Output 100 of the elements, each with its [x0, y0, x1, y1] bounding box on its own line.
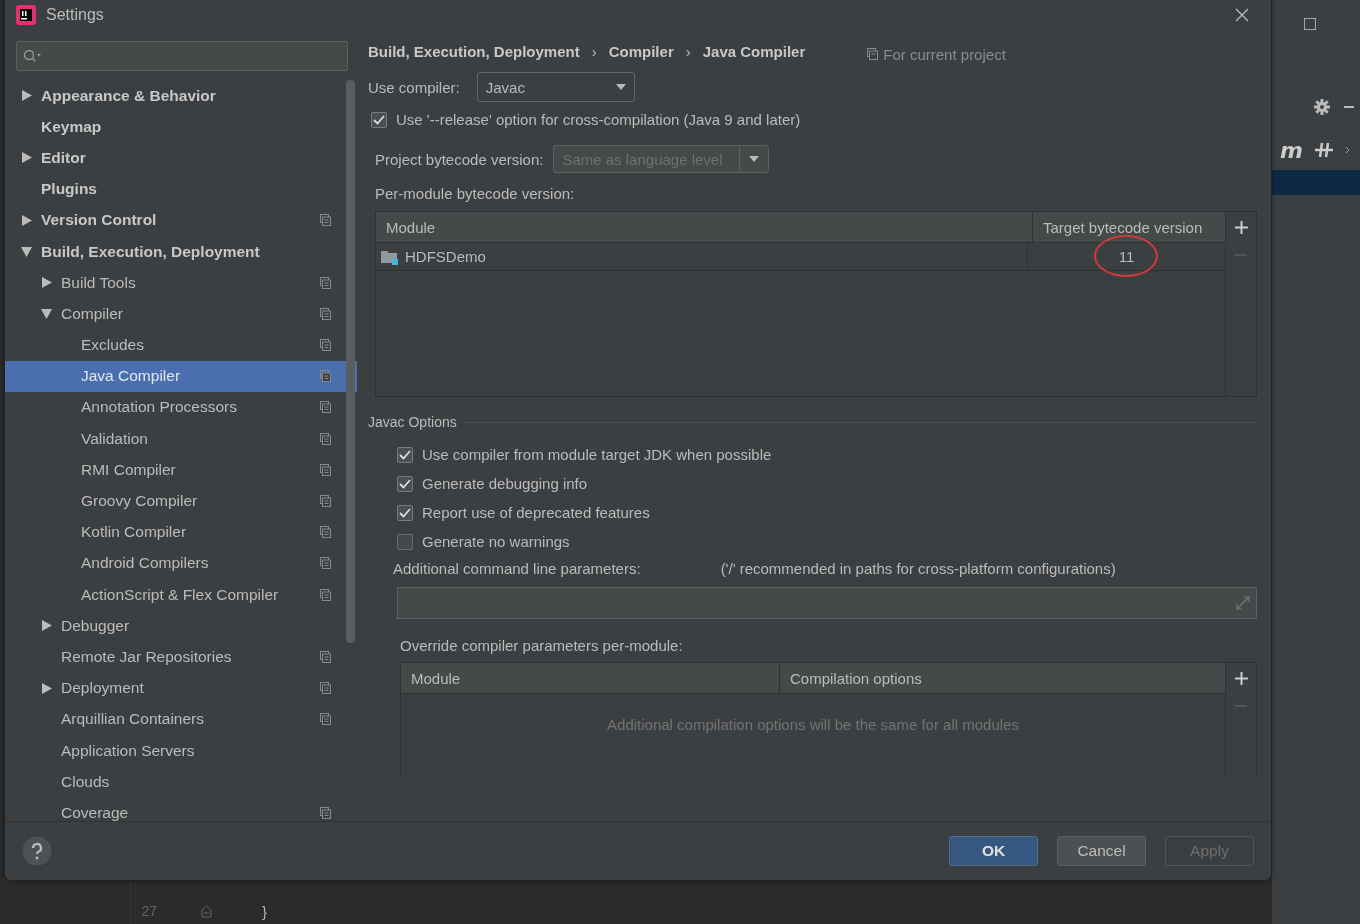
checkbox[interactable] [397, 533, 413, 550]
triangle-down-icon[interactable] [21, 246, 32, 258]
caret-icon [615, 84, 626, 90]
line-number: 27 [140, 903, 157, 919]
tree-item[interactable]: Java Compiler [5, 360, 357, 392]
add-icon[interactable] [1234, 672, 1248, 685]
tree-item[interactable]: Compiler [5, 298, 345, 330]
tree-item-label: Version Control [41, 211, 157, 230]
per-module-label: Per-module bytecode version: [375, 185, 576, 202]
tree-item-label: Build, Execution, Deployment [41, 242, 260, 261]
tree-item[interactable]: Android Compilers [5, 547, 345, 579]
tree-item-label: Application Servers [61, 741, 195, 760]
tree-item[interactable]: Application Servers [5, 734, 345, 767]
checkbox-label: Generate no warnings [422, 533, 570, 550]
tree-item[interactable]: Build Tools [5, 267, 345, 299]
tree-item[interactable]: ActionScript & Flex Compiler [5, 579, 345, 611]
tree-item[interactable]: Editor [5, 142, 345, 174]
section-title: Javac Options [368, 414, 457, 430]
dialog-button[interactable]: OK [949, 836, 1038, 866]
breadcrumb-separator: › [591, 42, 597, 60]
triangle-right-icon[interactable] [41, 277, 52, 289]
tree-item[interactable]: Build, Execution, Deployment [5, 235, 345, 268]
tree-item-label: Groovy Compiler [81, 492, 198, 511]
app-icon [16, 5, 36, 25]
column-header[interactable]: Module [401, 663, 780, 693]
tree-item-label: Arquillian Containers [61, 710, 205, 729]
tree-item-label: Debugger [61, 616, 130, 635]
tree-item[interactable]: Plugins [5, 173, 345, 205]
triangle-right-icon[interactable] [41, 620, 52, 632]
triangle-right-icon[interactable] [41, 682, 52, 694]
project-level-icon [867, 48, 879, 60]
column-header[interactable]: Module [376, 212, 1033, 242]
scrollbar-thumb[interactable] [346, 80, 355, 643]
breadcrumb-item[interactable]: Compiler [608, 42, 674, 60]
triangle-right-icon[interactable] [21, 152, 32, 164]
tree-item-label: Clouds [61, 772, 110, 791]
tree-item[interactable]: Appearance & Behavior [5, 80, 345, 112]
column-header[interactable]: Compilation options [780, 663, 1225, 693]
tree-item[interactable]: Debugger [5, 610, 345, 642]
column-header[interactable]: Target bytecode version [1033, 212, 1225, 242]
triangle-right-icon[interactable] [21, 214, 32, 226]
checkbox[interactable] [371, 111, 387, 128]
tree-item-label: RMI Compiler [81, 460, 176, 479]
tree-item-label: Plugins [41, 180, 97, 199]
module-folder-icon [381, 248, 399, 265]
minimize-icon[interactable] [1344, 105, 1354, 109]
tree-item-label: Build Tools [61, 273, 136, 292]
tree-item-label: Annotation Processors [81, 398, 237, 417]
tree-item-label: Excludes [81, 336, 144, 355]
checkbox-label: Report use of deprecated features [422, 504, 650, 521]
tree-item[interactable]: Clouds [5, 766, 345, 798]
tree-item[interactable]: Arquillian Containers [5, 703, 345, 735]
maximize-icon[interactable] [1304, 18, 1316, 30]
chevron-right-icon[interactable] [1344, 146, 1350, 154]
triangle-right-icon[interactable] [21, 90, 32, 102]
checkbox[interactable] [397, 446, 413, 463]
parameters-field[interactable] [397, 587, 1257, 619]
tree-item[interactable]: Keymap [5, 111, 345, 143]
table-cell: HDFSDemo [405, 248, 486, 265]
maven-icon[interactable]: m [1280, 137, 1303, 163]
breadcrumb-item[interactable]: Build, Execution, Deployment [368, 42, 580, 60]
tree-item[interactable]: Version Control [5, 204, 345, 236]
tree-item[interactable]: Excludes [5, 329, 345, 361]
breadcrumb-separator: › [685, 42, 691, 60]
checkbox-label: Use '--release' option for cross-compilation (Java 9 and later) [396, 111, 801, 128]
tree-item-label: Editor [41, 148, 86, 167]
settings-icon[interactable] [1314, 99, 1330, 115]
tree-item[interactable]: Deployment [5, 672, 345, 704]
skip-tests-icon[interactable] [1314, 141, 1333, 159]
search-icon [23, 49, 41, 63]
tree-item-label: ActionScript & Flex Compiler [81, 585, 279, 604]
tree-item[interactable]: Remote Jar Repositories [5, 641, 345, 673]
breadcrumb-item[interactable]: Java Compiler [702, 42, 806, 60]
tree-item-label: Java Compiler [81, 367, 181, 386]
tree-item-label: Remote Jar Repositories [61, 647, 232, 666]
tree-item[interactable]: Annotation Processors [5, 391, 345, 424]
tree-item-label: Validation [81, 429, 148, 448]
checkbox[interactable] [397, 475, 413, 492]
scope-note: For current project [883, 45, 1006, 63]
override-label: Override compiler parameters per-module: [400, 637, 684, 654]
tree-item[interactable]: Groovy Compiler [5, 485, 345, 517]
tree-item-label: Compiler [61, 304, 123, 323]
tree-item[interactable]: Validation [5, 423, 345, 455]
search-field[interactable] [16, 41, 348, 71]
parameters-label: Additional command line parameters: [393, 560, 641, 577]
bytecode-version-label: Project bytecode version: [375, 150, 544, 168]
tree-item-label: Deployment [61, 679, 144, 698]
tree-item-label: Keymap [41, 117, 102, 136]
tree-item[interactable]: RMI Compiler [5, 454, 345, 486]
triangle-down-icon[interactable] [41, 308, 52, 320]
dialog-button[interactable]: Cancel [1057, 836, 1146, 866]
close-icon[interactable] [1235, 8, 1249, 22]
help-icon[interactable] [22, 836, 52, 866]
tree-item-label: Kotlin Compiler [81, 523, 187, 542]
compiler-dropdown[interactable]: Javac [476, 72, 635, 102]
tree-item[interactable]: Coverage [5, 797, 345, 821]
tree-item[interactable]: Kotlin Compiler [5, 516, 345, 548]
checkbox-label: Use compiler from module target JDK when possible [422, 446, 772, 463]
checkbox[interactable] [397, 504, 413, 521]
add-icon[interactable] [1234, 221, 1248, 234]
